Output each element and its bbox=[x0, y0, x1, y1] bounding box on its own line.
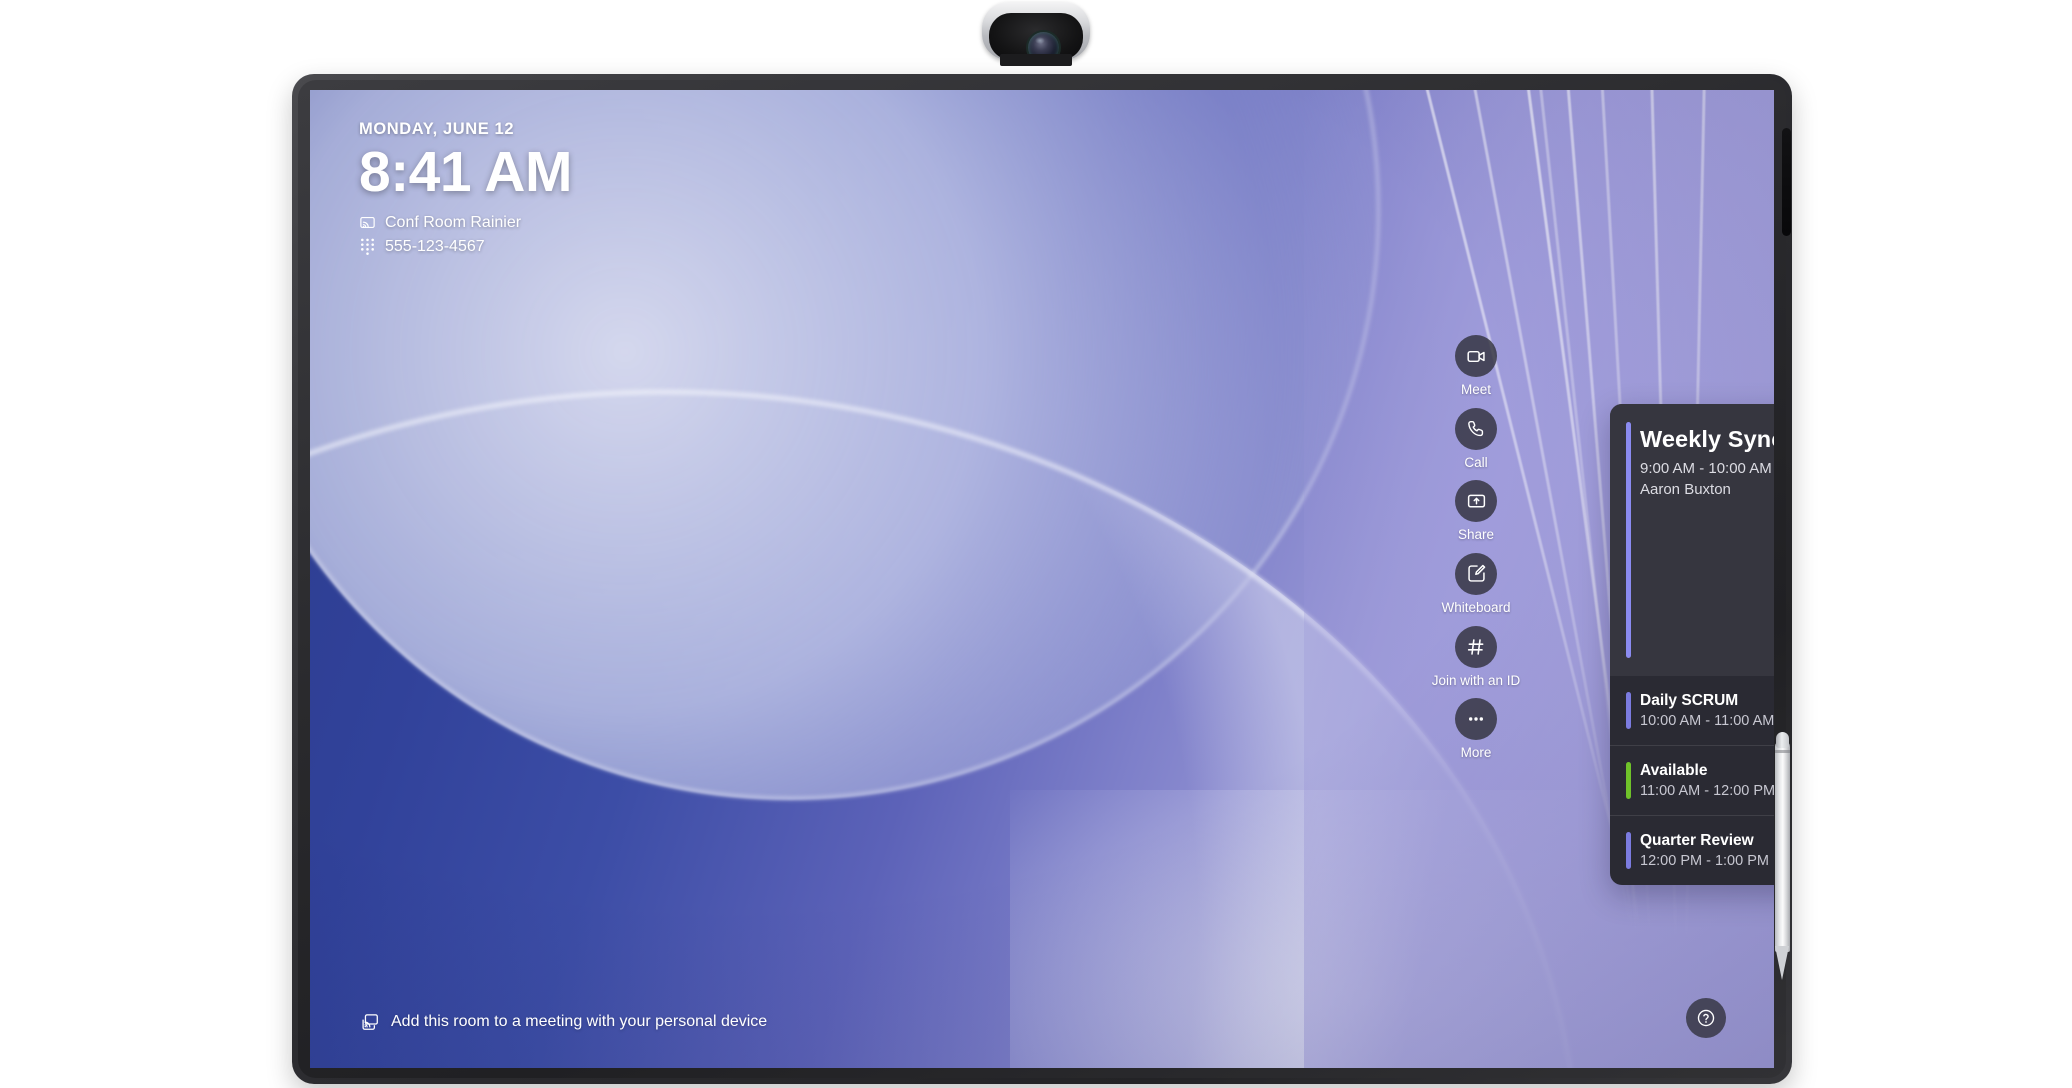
agenda-row-title: Daily SCRUM bbox=[1640, 692, 1739, 709]
phone-number-row: 555-123-4567 bbox=[359, 238, 572, 256]
featured-meeting-time: 9:00 AM - 10:00 AM bbox=[1640, 460, 1772, 477]
agenda-row[interactable]: Daily SCRUM 10:00 AM - 11:00 AM bbox=[1610, 676, 1774, 745]
date-label: MONDAY, JUNE 12 bbox=[359, 120, 515, 138]
featured-meeting-card[interactable]: T Weekly Sync 9:00 AM - 10:00 AM Aaron B… bbox=[1610, 404, 1774, 676]
whiteboard-pen-icon bbox=[1455, 552, 1497, 595]
rail-item-more[interactable]: More bbox=[1420, 698, 1532, 761]
ellipsis-icon bbox=[1455, 698, 1497, 741]
agenda-row-time: 11:00 AM - 12:00 PM bbox=[1640, 783, 1774, 799]
conference-webcam bbox=[982, 2, 1090, 66]
webcam-mount bbox=[1000, 54, 1072, 66]
pen-ring bbox=[1775, 750, 1790, 753]
side-power-button[interactable] bbox=[1782, 128, 1791, 236]
featured-meeting-organizer: Aaron Buxton bbox=[1640, 481, 1731, 498]
rail-item-meet[interactable]: Meet bbox=[1420, 335, 1532, 398]
phone-number-label: 555-123-4567 bbox=[385, 237, 485, 255]
help-button[interactable] bbox=[1686, 998, 1726, 1038]
add-room-hint[interactable]: Add this room to a meeting with your per… bbox=[360, 1012, 767, 1032]
rail-item-whiteboard[interactable]: Whiteboard bbox=[1420, 552, 1532, 616]
rail-label-call: Call bbox=[1464, 454, 1488, 470]
agenda-row-accent-bar bbox=[1626, 832, 1631, 869]
dialpad-icon bbox=[359, 238, 376, 256]
rail-label-whiteboard: Whiteboard bbox=[1441, 599, 1511, 615]
display-screen: MONDAY, JUNE 12 8:41 AM Conf Room Rainie… bbox=[310, 90, 1774, 1068]
hash-icon bbox=[1455, 625, 1497, 668]
agenda-row-list: Daily SCRUM 10:00 AM - 11:00 AM Available 1… bbox=[1610, 676, 1774, 885]
agenda-panel: T Weekly Sync 9:00 AM - 10:00 AM Aaron B… bbox=[1610, 404, 1774, 885]
cast-to-room-icon bbox=[360, 1012, 380, 1032]
agenda-row-accent-bar bbox=[1626, 762, 1631, 799]
action-rail: Meet Call Share Whiteboard Join with an … bbox=[1420, 335, 1532, 761]
rail-label-share: Share bbox=[1457, 527, 1495, 543]
surface-pen[interactable] bbox=[1775, 730, 1790, 982]
pen-tip bbox=[1775, 946, 1789, 980]
agenda-row-time: 12:00 PM - 1:00 PM bbox=[1640, 853, 1769, 869]
rail-item-share[interactable]: Share bbox=[1420, 480, 1532, 543]
rail-item-call[interactable]: Call bbox=[1420, 407, 1532, 471]
agenda-row-time: 10:00 AM - 11:00 AM bbox=[1640, 713, 1774, 729]
webcam-face bbox=[989, 13, 1083, 63]
question-mark-icon bbox=[1695, 1007, 1717, 1029]
rail-item-join-with-id[interactable]: Join with an ID bbox=[1420, 625, 1532, 689]
device-stage: MONDAY, JUNE 12 8:41 AM Conf Room Rainie… bbox=[0, 0, 2072, 1088]
phone-icon bbox=[1455, 407, 1497, 450]
rail-label-join-with-id: Join with an ID bbox=[1431, 672, 1521, 688]
agenda-row[interactable]: Quarter Review 12:00 PM - 1:00 PM bbox=[1610, 815, 1774, 885]
pen-cap bbox=[1776, 732, 1789, 748]
agenda-row-title: Available bbox=[1640, 762, 1708, 779]
video-camera-icon bbox=[1455, 335, 1497, 377]
agenda-row-title: Quarter Review bbox=[1640, 832, 1754, 849]
rail-label-meet: Meet bbox=[1460, 382, 1491, 397]
room-name-label: Conf Room Rainier bbox=[385, 213, 522, 231]
agenda-row-accent-bar bbox=[1626, 692, 1631, 729]
share-screen-icon bbox=[1455, 480, 1497, 523]
featured-meeting-title: Weekly Sync bbox=[1640, 426, 1774, 452]
featured-accent-bar bbox=[1626, 422, 1631, 658]
rail-label-more: More bbox=[1460, 745, 1492, 761]
agenda-row[interactable]: Available 11:00 AM - 12:00 PM bbox=[1610, 745, 1774, 815]
room-name-row: Conf Room Rainier bbox=[359, 214, 572, 232]
cast-screen-icon bbox=[359, 214, 376, 231]
pen-body bbox=[1775, 740, 1790, 952]
time-label: 8:41 AM bbox=[359, 140, 572, 204]
add-room-hint-label: Add this room to a meeting with your per… bbox=[391, 1013, 768, 1030]
clock-block: MONDAY, JUNE 12 8:41 AM Conf Room Rainie… bbox=[359, 120, 572, 256]
